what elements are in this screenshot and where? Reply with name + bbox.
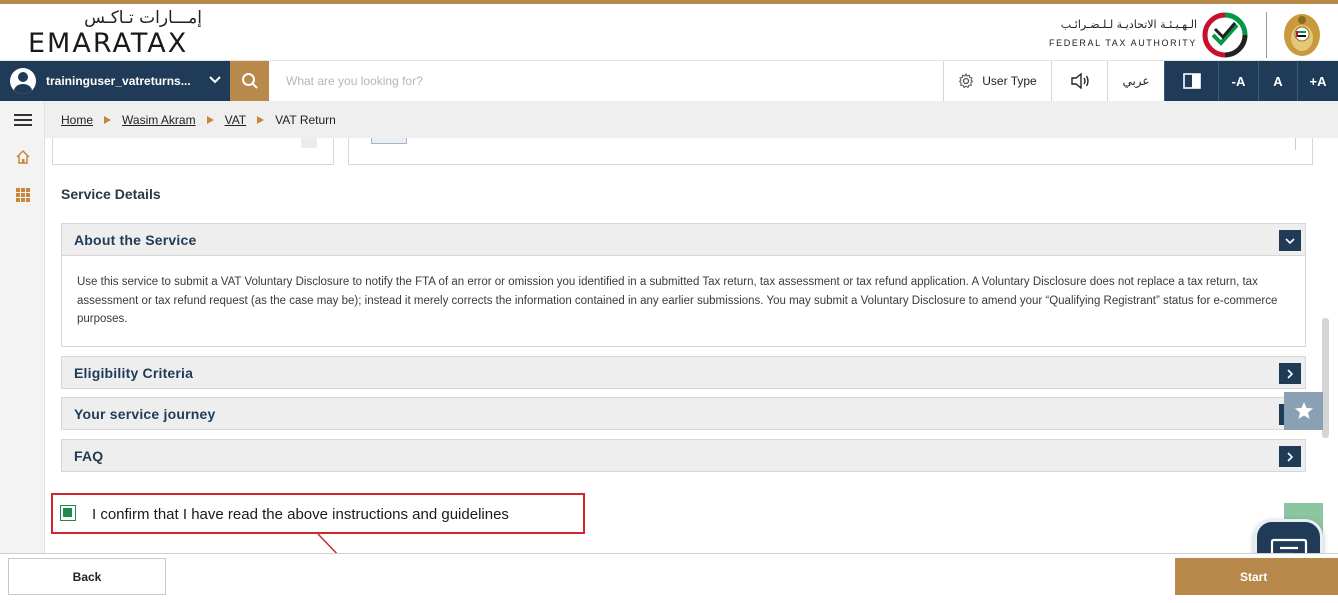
home-nav-button[interactable] (0, 138, 45, 176)
breadcrumb-separator-icon (104, 115, 112, 124)
contrast-toggle[interactable] (1164, 61, 1218, 101)
document-icon (371, 138, 407, 144)
about-service-body: Use this service to submit a VAT Volunta… (61, 256, 1306, 347)
chevron-down-icon (1285, 237, 1295, 244)
font-normal-button[interactable]: A (1258, 61, 1297, 101)
page-scrollbar[interactable] (1322, 318, 1329, 438)
language-label: عربي (1122, 74, 1150, 88)
star-icon (1294, 402, 1313, 419)
user-type-label: User Type (982, 74, 1037, 88)
confirm-label: I confirm that I have read the above ins… (92, 506, 509, 523)
menu-toggle-button[interactable] (0, 101, 45, 139)
breadcrumb-account[interactable]: Wasim Akram (122, 113, 196, 127)
user-avatar-icon (10, 68, 36, 94)
accordion-label: Eligibility Criteria (74, 364, 194, 381)
chevron-right-icon (1287, 368, 1294, 379)
uae-emblem-icon (1284, 14, 1320, 56)
breadcrumb-separator-icon (257, 115, 265, 124)
logo-divider (1266, 12, 1267, 58)
accordion-label: FAQ (74, 447, 104, 464)
chevron-down-icon (209, 76, 221, 84)
previous-card-right (348, 138, 1313, 165)
previous-card-left (52, 138, 334, 165)
back-button[interactable]: Back (8, 558, 166, 595)
accordion-toggle-button[interactable] (1279, 446, 1301, 467)
font-increase-label: +A (1309, 73, 1327, 89)
favorite-button[interactable] (1284, 392, 1323, 430)
authority-arabic: الـهـيـئـة الاتحاديـة لـلـضـرائـب (1060, 18, 1197, 31)
language-toggle[interactable]: عربي (1107, 61, 1164, 101)
fta-emblem-icon (1202, 12, 1248, 58)
speaker-icon (1070, 73, 1089, 89)
search-icon (241, 73, 258, 89)
accordion-faq[interactable]: FAQ (61, 439, 1306, 472)
emaratax-logo[interactable]: إمـــارات تـاكـس EMARATAX (28, 8, 208, 59)
font-decrease-button[interactable]: -A (1218, 61, 1258, 101)
card-divider (1295, 138, 1296, 150)
hamburger-icon (13, 114, 32, 126)
service-details-title: Service Details (61, 186, 161, 202)
logo-header: إمـــارات تـاكـس EMARATAX الـهـيـئـة الا… (0, 4, 1338, 61)
gear-icon (959, 73, 974, 89)
user-type-button[interactable]: User Type (943, 61, 1051, 101)
breadcrumb: Home Wasim Akram VAT VAT Return (45, 101, 1338, 138)
footer-bar: Back Start (0, 554, 1338, 603)
home-icon (15, 149, 30, 164)
accordion-label: Your service journey (74, 405, 216, 422)
authority-english: FEDERAL TAX AUTHORITY (1049, 38, 1197, 48)
username-label: traininguser_vatreturns... (46, 74, 191, 88)
accordion-toggle-button[interactable] (1279, 230, 1301, 251)
confirm-highlight-box: I confirm that I have read the above ins… (51, 493, 585, 534)
accordion-eligibility[interactable]: Eligibility Criteria (61, 356, 1306, 389)
audio-button[interactable] (1051, 61, 1107, 101)
grid-icon (15, 188, 30, 202)
search-button[interactable] (230, 61, 269, 101)
search-input[interactable] (269, 61, 943, 101)
font-normal-label: A (1273, 73, 1283, 89)
breadcrumb-vat[interactable]: VAT (225, 113, 247, 127)
font-decrease-label: -A (1231, 73, 1246, 89)
chevron-right-icon (1287, 451, 1294, 462)
contrast-icon (1182, 73, 1201, 89)
accordion-about-service[interactable]: About the Service (61, 223, 1306, 256)
breadcrumb-home[interactable]: Home (61, 113, 93, 127)
user-menu[interactable]: traininguser_vatreturns... (0, 61, 230, 101)
start-label: Start (1240, 569, 1268, 584)
accordion-service-journey[interactable]: Your service journey (61, 397, 1306, 430)
breadcrumb-separator-icon (206, 115, 214, 124)
font-increase-button[interactable]: +A (1297, 61, 1338, 101)
breadcrumb-current: VAT Return (275, 112, 336, 127)
apps-nav-button[interactable] (0, 176, 45, 214)
start-button[interactable]: Start (1175, 558, 1338, 595)
accordion-toggle-button[interactable] (1279, 363, 1301, 384)
left-sidebar (0, 101, 45, 553)
confirm-checkbox[interactable] (60, 505, 76, 521)
card-scroll-stub (301, 138, 317, 148)
brand-english: EMARATAX (28, 28, 189, 59)
brand-arabic: إمـــارات تـاكـس (84, 8, 202, 28)
accordion-label: About the Service (74, 231, 197, 248)
top-navbar: traininguser_vatreturns... User Type عرب… (0, 61, 1338, 101)
